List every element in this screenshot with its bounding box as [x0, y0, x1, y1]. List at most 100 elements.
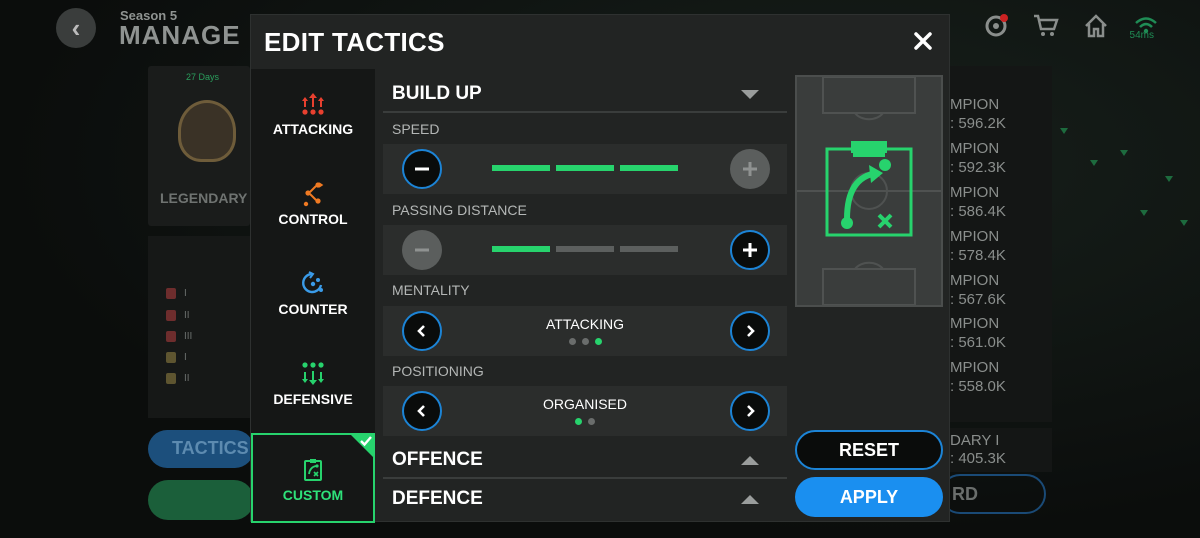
leaderboard-value: : 561.0K	[950, 334, 1006, 351]
leaderboard-value: : 592.3K	[950, 159, 1006, 176]
passing-distance-level-segment	[620, 246, 678, 252]
positioning-control: ORGANISED	[383, 386, 787, 436]
page-dot	[575, 418, 582, 425]
positioning-next-button[interactable]	[730, 391, 770, 431]
passing-distance-level-segment	[492, 246, 550, 252]
decor-triangle	[1090, 160, 1098, 166]
sidebar-item-defensive[interactable]: DEFENSIVE	[251, 339, 375, 429]
rank-row: II	[166, 373, 190, 384]
modal-header: EDIT TACTICS	[251, 15, 951, 69]
speed-level-segment	[620, 165, 678, 171]
plus-icon	[743, 162, 757, 176]
sidebar-item-custom[interactable]: CUSTOM	[251, 433, 375, 523]
rank-badge-icon	[166, 373, 176, 384]
defensive-icon	[302, 362, 324, 385]
tactics-settings: BUILD UP SPEED PASSING DISTANCE MENTALIT…	[383, 77, 787, 523]
current-rank-value: : 405.3K	[950, 450, 1006, 467]
rank-badge-icon	[166, 331, 176, 342]
caret-up-icon	[741, 455, 759, 465]
leaderboard-name: MPION	[950, 140, 1000, 157]
league-label: LEGENDARY	[160, 190, 248, 206]
leaderboard-name: MPION	[950, 228, 1000, 245]
reset-button[interactable]: RESET	[795, 430, 943, 470]
custom-icon	[304, 459, 322, 481]
target-icon[interactable]	[982, 12, 1010, 40]
rank-row: I	[166, 352, 187, 363]
close-icon	[914, 32, 932, 50]
page-title: MANAGE	[119, 20, 241, 50]
rank-badge-icon	[166, 288, 176, 299]
chevron-left-icon: ‹	[71, 12, 81, 43]
speed-level-segment	[492, 165, 550, 171]
decor-triangle	[1060, 128, 1068, 134]
counter-icon	[302, 271, 323, 294]
passing-distance-decrease-button[interactable]	[402, 230, 442, 270]
leaderboard-value: : 567.6K	[950, 291, 1006, 308]
sidebar-item-label: COUNTER	[278, 301, 348, 317]
decor-triangle	[1120, 150, 1128, 156]
sidebar-item-label: CONTROL	[278, 211, 348, 227]
edit-tactics-modal: EDIT TACTICS ATTACKING CONTROL COUNTER D…	[250, 14, 951, 523]
mentality-control: ATTACKING	[383, 306, 787, 356]
leaderboard-button[interactable]: RD	[940, 474, 1046, 514]
section-title: DEFENCE	[392, 488, 483, 509]
speed-increase-button[interactable]	[730, 149, 770, 189]
decor-triangle	[1180, 220, 1188, 226]
caret-up-icon	[741, 494, 759, 504]
apply-button[interactable]: APPLY	[795, 477, 943, 517]
home-icon[interactable]	[1082, 12, 1110, 40]
rank-card	[148, 236, 250, 418]
passing-distance-increase-button[interactable]	[730, 230, 770, 270]
back-button[interactable]: ‹	[56, 8, 96, 48]
section-title: OFFENCE	[392, 449, 483, 470]
plus-icon	[743, 243, 757, 257]
tactics-button[interactable]: TACTICS	[148, 430, 254, 468]
mentality-next-button[interactable]	[730, 311, 770, 351]
rank-row: III	[166, 331, 192, 342]
play-button[interactable]	[148, 480, 254, 520]
page-dot	[568, 338, 576, 345]
control-icon	[303, 182, 324, 207]
leaderboard-value: : 596.2K	[950, 115, 1006, 132]
decor-triangle	[1165, 176, 1173, 182]
page-dot	[581, 338, 589, 345]
sidebar-item-label: CUSTOM	[282, 487, 344, 503]
sidebar-item-counter[interactable]: COUNTER	[251, 249, 375, 339]
passing-distance-control	[383, 225, 787, 275]
speed-decrease-button[interactable]	[402, 149, 442, 189]
positioning-page-dots	[383, 418, 787, 425]
passing-distance-level-segment	[556, 246, 614, 252]
mentality-value: ATTACKING	[545, 316, 625, 332]
leaderboard-name: MPION	[950, 96, 1000, 113]
section-build-up[interactable]: BUILD UP	[383, 77, 787, 113]
section-title: BUILD UP	[392, 83, 482, 104]
minus-icon	[415, 167, 429, 171]
sidebar-item-control[interactable]: CONTROL	[251, 159, 375, 249]
page-dot	[588, 418, 595, 425]
close-button[interactable]	[909, 27, 937, 55]
page-dot	[594, 338, 602, 345]
section-defence[interactable]: DEFENCE	[383, 481, 787, 517]
rank-badge-icon	[166, 352, 176, 363]
cart-icon[interactable]	[1032, 12, 1060, 40]
minus-icon	[415, 248, 429, 252]
rank-badge-icon	[166, 310, 176, 321]
leaderboard-name: MPION	[950, 359, 1000, 376]
checkmark-icon	[360, 436, 372, 447]
positioning-value: ORGANISED	[542, 396, 627, 412]
leaderboard-name: MPION	[950, 315, 1000, 332]
league-badge-icon	[178, 100, 236, 162]
attacking-icon	[302, 93, 324, 115]
ping-label: 54ms	[1129, 30, 1154, 41]
days-label: 27 Days	[186, 72, 220, 82]
sidebar-item-label: DEFENSIVE	[273, 391, 353, 407]
mentality-label: MENTALITY	[392, 282, 470, 298]
section-offence[interactable]: OFFENCE	[383, 443, 787, 479]
sidebar-item-attacking[interactable]: ATTACKING	[251, 69, 375, 159]
tactic-presets-sidebar: ATTACKING CONTROL COUNTER DEFENSIVE CUST…	[251, 69, 375, 523]
modal-title: EDIT TACTICS	[264, 27, 445, 57]
speed-control	[383, 144, 787, 194]
chevron-right-icon	[747, 405, 755, 417]
decor-triangle	[1140, 210, 1148, 216]
pitch-diagram	[795, 75, 943, 307]
